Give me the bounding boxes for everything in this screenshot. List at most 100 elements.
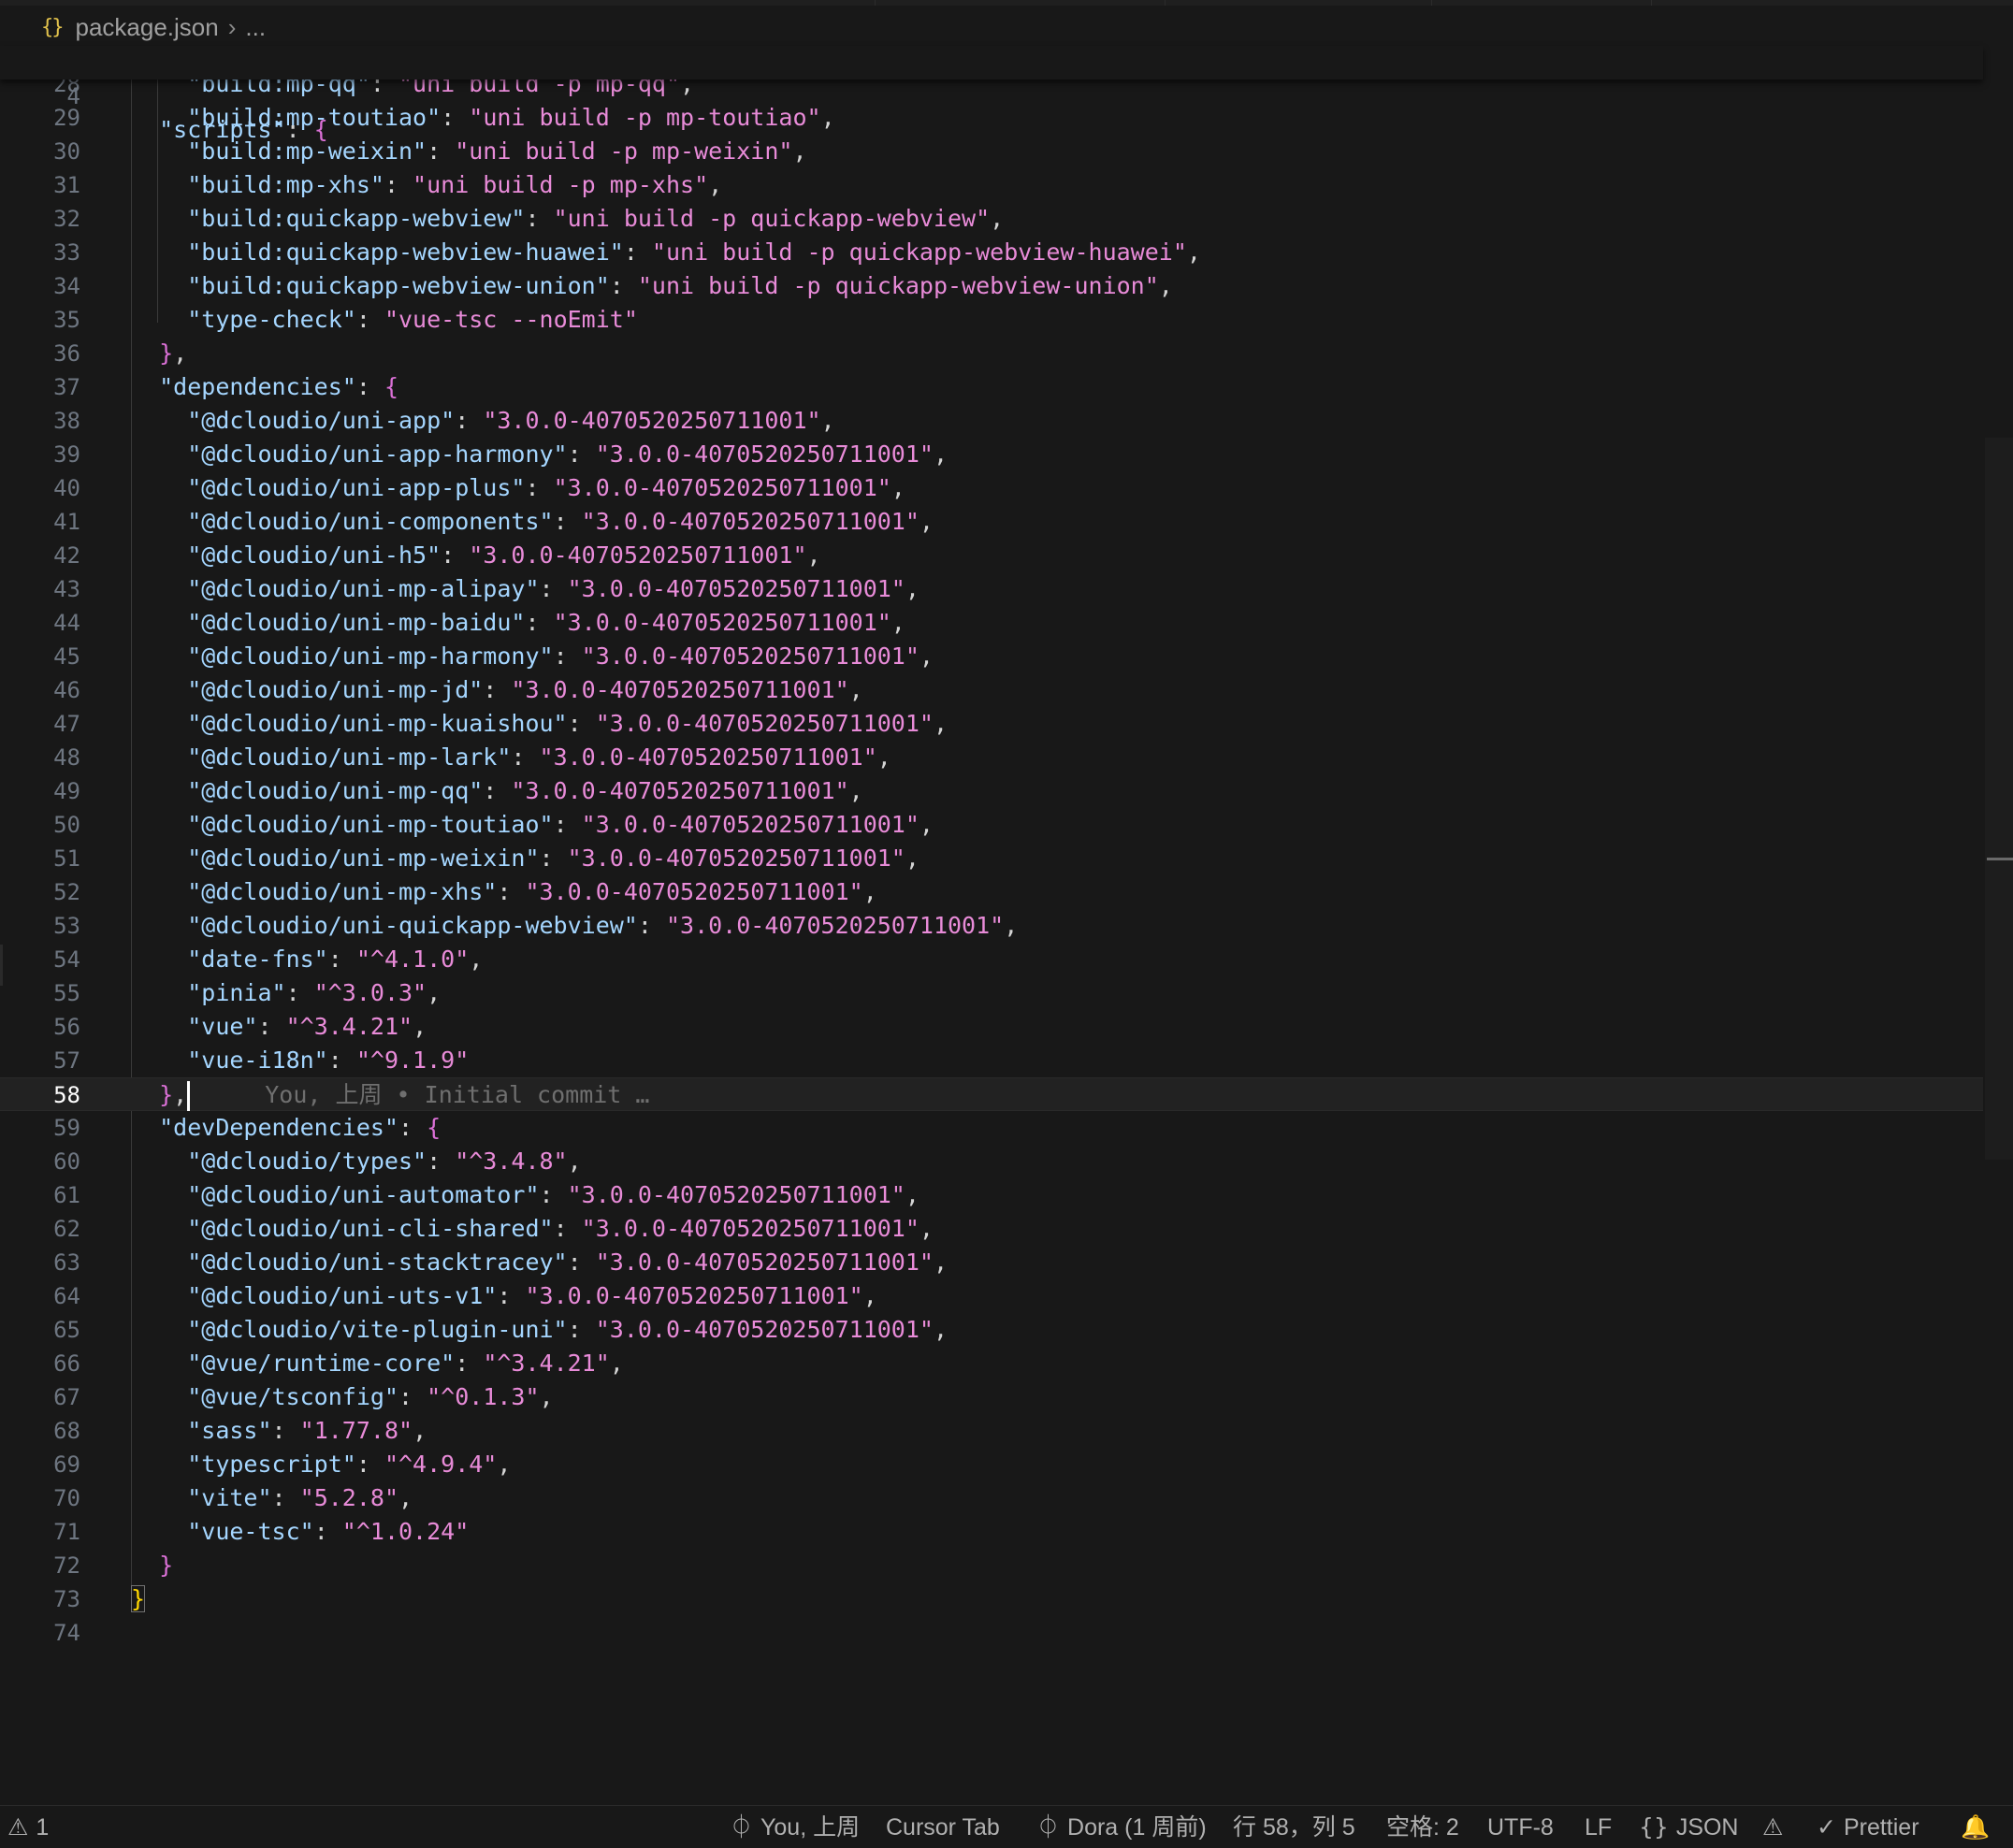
json-key: "@vue/runtime-core" [187,1350,456,1377]
problems-indicator[interactable]: ⚠ 1 [7,1806,49,1848]
cursor-tab-label: Cursor Tab [886,1814,1000,1841]
code-line[interactable]: 49 "@dcloudio/uni-mp-qq": "3.0.0-4070520… [0,774,1983,808]
code-line[interactable]: 31 "build:mp-xhs": "uni build -p mp-xhs"… [0,168,1983,202]
json-string: "3.0.0-4070520250711001" [469,541,807,569]
punctuation: : [313,1518,342,1545]
code-line[interactable]: 66 "@vue/runtime-core": "^3.4.21", [0,1347,1983,1380]
code-line[interactable]: 57 "vue-i18n": "^9.1.9" [0,1044,1983,1077]
punctuation: : [553,642,582,670]
punctuation: , [919,811,934,838]
code-line[interactable]: 74 [0,1616,1983,1650]
code-line[interactable]: 37 "dependencies": { [0,370,1983,404]
code-line[interactable]: 64 "@dcloudio/uni-uts-v1": "3.0.0-407052… [0,1279,1983,1313]
code-line[interactable]: 60 "@dcloudio/types": "^3.4.8", [0,1145,1983,1178]
punctuation: : [327,1047,356,1074]
code-line[interactable]: 55 "pinia": "^3.0.3", [0,976,1983,1010]
punctuation [131,1181,187,1208]
code-line[interactable]: 44 "@dcloudio/uni-mp-baidu": "3.0.0-4070… [0,606,1983,640]
code-line[interactable]: 42 "@dcloudio/uni-h5": "3.0.0-4070520250… [0,539,1983,572]
code-line[interactable]: 58 }, You, 上周 • Initial commit … [0,1077,1983,1111]
line-number: 32 [53,206,80,232]
code-line[interactable]: 39 "@dcloudio/uni-app-harmony": "3.0.0-4… [0,438,1983,471]
punctuation: , [919,642,934,670]
encoding-label: UTF-8 [1487,1814,1554,1841]
code-line[interactable]: 53 "@dcloudio/uni-quickapp-webview": "3.… [0,909,1983,943]
code-line[interactable]: 52 "@dcloudio/uni-mp-xhs": "3.0.0-407052… [0,875,1983,909]
json-string: "3.0.0-4070520250711001" [525,1282,863,1309]
punctuation: , [1186,238,1201,266]
line-number: 43 [53,576,80,602]
code-line[interactable]: 62 "@dcloudio/uni-cli-shared": "3.0.0-40… [0,1212,1983,1246]
code-editor[interactable]: 28 "build:mp-qq": "uni build -p mp-qq", 2… [0,0,1983,1805]
punctuation: : [355,1451,384,1478]
code-line[interactable]: 56 "vue": "^3.4.21", [0,1010,1983,1044]
encoding-selector[interactable]: UTF-8 [1487,1806,1554,1848]
code-line[interactable]: 36 }, [0,337,1983,370]
code-text: "@dcloudio/uni-mp-qq": "3.0.0-4070520250… [131,774,862,808]
json-string: "^9.1.9" [355,1047,470,1074]
code-line[interactable]: 63 "@dcloudio/uni-stacktracey": "3.0.0-4… [0,1246,1983,1279]
feedback-warning-button[interactable]: ⚠ [1762,1806,1790,1848]
cursor-tab-button[interactable]: Cursor Tab [886,1806,1000,1848]
code-line[interactable]: 38 "@dcloudio/uni-app": "3.0.0-407052025… [0,404,1983,438]
punctuation: , [933,1316,949,1343]
json-string: "3.0.0-4070520250711001" [511,676,849,703]
code-line[interactable]: 72 } [0,1549,1983,1582]
code-line[interactable]: 59 "devDependencies": { [0,1111,1983,1145]
vertical-scrollbar[interactable] [1985,438,2013,1160]
punctuation [131,676,187,703]
notifications-button[interactable]: 🔔 [1961,1806,1997,1848]
punctuation: , [469,946,484,973]
punctuation: : [455,407,484,434]
code-line[interactable]: 32 "build:quickapp-webview": "uni build … [0,202,1983,236]
code-line[interactable]: 48 "@dcloudio/uni-mp-lark": "3.0.0-40705… [0,741,1983,774]
code-line[interactable]: 68 "sass": "1.77.8", [0,1414,1983,1448]
json-key: "@dcloudio/uni-stacktracey" [187,1249,568,1276]
code-line[interactable]: 51 "@dcloudio/uni-mp-weixin": "3.0.0-407… [0,842,1983,875]
code-line[interactable]: 69 "typescript": "^4.9.4", [0,1448,1983,1481]
code-line[interactable]: 40 "@dcloudio/uni-app-plus": "3.0.0-4070… [0,471,1983,505]
code-line[interactable]: 33 "build:quickapp-webview-huawei": "uni… [0,236,1983,269]
code-line[interactable]: 73} [0,1582,1983,1616]
code-line[interactable]: 50 "@dcloudio/uni-mp-toutiao": "3.0.0-40… [0,808,1983,842]
json-key: "@dcloudio/uni-automator" [187,1181,540,1208]
code-line[interactable]: 34 "build:quickapp-webview-union": "uni … [0,269,1983,303]
code-line[interactable]: 47 "@dcloudio/uni-mp-kuaishou": "3.0.0-4… [0,707,1983,741]
json-key: "devDependencies" [159,1114,398,1141]
code-line[interactable]: 65 "@dcloudio/vite-plugin-uni": "3.0.0-4… [0,1313,1983,1347]
code-text: }, [131,337,187,370]
punctuation [131,205,187,232]
code-line[interactable]: 45 "@dcloudio/uni-mp-harmony": "3.0.0-40… [0,640,1983,673]
json-string: "3.0.0-4070520250711001" [581,642,920,670]
bracket: { [427,1114,442,1141]
line-number: 44 [53,610,80,636]
json-string: "uni build -p quickapp-webview" [553,205,991,232]
blame-indicator[interactable]: ⏀ You, 上周 [730,1806,860,1848]
inline-blame[interactable]: You, 上周 • Initial commit … [265,1081,649,1108]
code-line[interactable]: 43 "@dcloudio/uni-mp-alipay": "3.0.0-407… [0,572,1983,606]
code-line[interactable]: 41 "@dcloudio/uni-components": "3.0.0-40… [0,505,1983,539]
punctuation [131,845,187,872]
code-line[interactable]: 46 "@dcloudio/uni-mp-jd": "3.0.0-4070520… [0,673,1983,707]
punctuation: : [567,1249,596,1276]
code-line[interactable]: 35 "type-check": "vue-tsc --noEmit" [0,303,1983,337]
indentation-selector[interactable]: 空格: 2 [1386,1806,1459,1848]
line-number: 37 [53,374,80,400]
indentation-label: 空格: 2 [1386,1814,1459,1841]
code-line[interactable]: 70 "vite": "5.2.8", [0,1481,1983,1515]
language-selector[interactable]: {} JSON [1639,1806,1739,1848]
sticky-scroll-line[interactable]: 4 "scripts": { [0,46,1983,143]
code-line[interactable]: 61 "@dcloudio/uni-automator": "3.0.0-407… [0,1178,1983,1212]
json-string: "^0.1.3" [427,1383,540,1410]
cursor-position[interactable]: 行 58，列 5 [1233,1806,1355,1848]
cursor-position-label: 行 58，列 5 [1233,1814,1355,1841]
line-number: 59 [53,1115,80,1141]
branch-indicator[interactable]: ⏀ Dora (1 周前) [1036,1806,1207,1848]
prettier-button[interactable]: ✓ Prettier [1817,1806,1919,1848]
code-line[interactable]: 71 "vue-tsc": "^1.0.24" [0,1515,1983,1549]
code-line[interactable]: 67 "@vue/tsconfig": "^0.1.3", [0,1380,1983,1414]
eol-selector[interactable]: LF [1585,1806,1612,1848]
punctuation [131,1013,187,1040]
code-line[interactable]: 54 "date-fns": "^4.1.0", [0,943,1983,976]
code-text: "@dcloudio/uni-h5": "3.0.0-4070520250711… [131,539,820,572]
